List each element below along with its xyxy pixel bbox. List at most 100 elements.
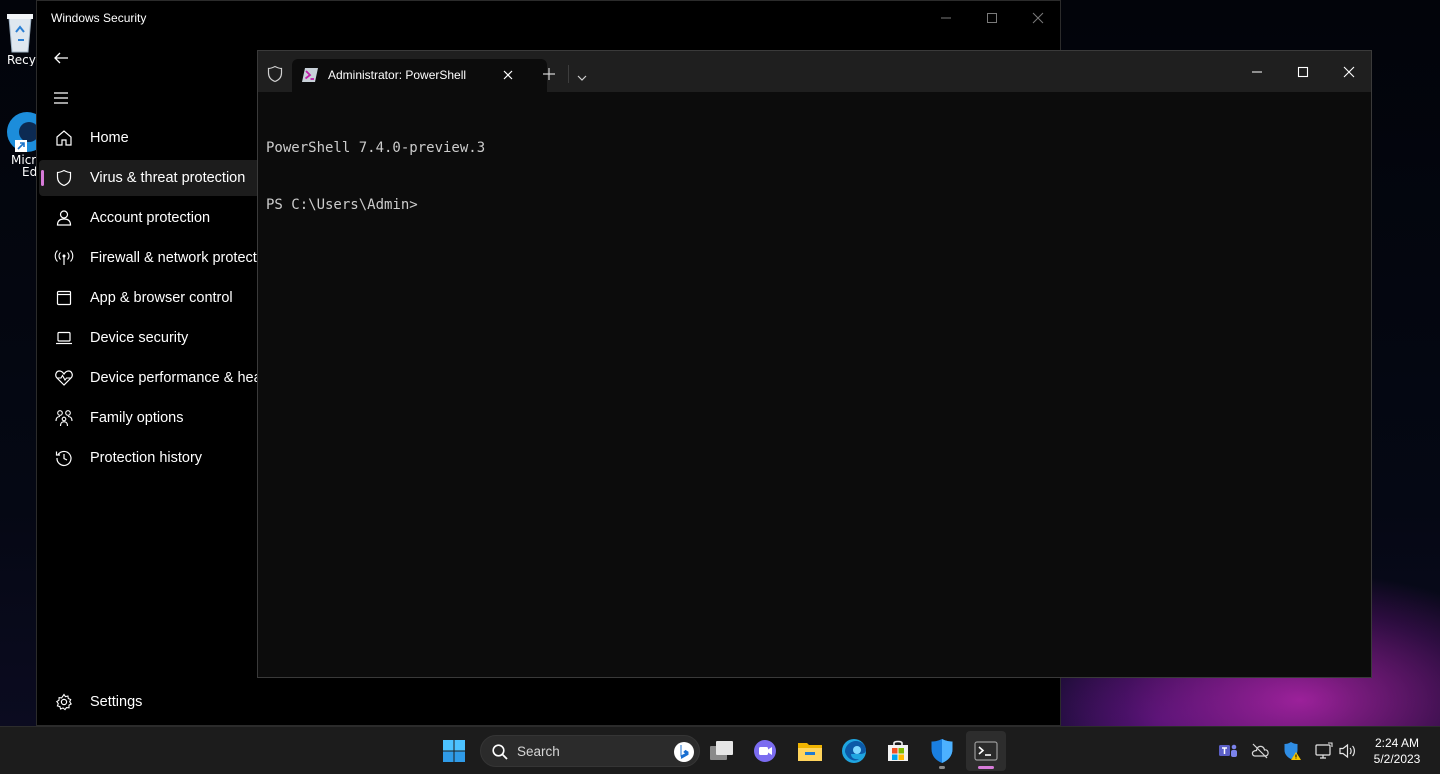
menu-button[interactable] — [51, 89, 71, 107]
nav-item-home[interactable]: Home — [39, 120, 269, 156]
nav-item-firewall[interactable]: Firewall & network protection — [39, 240, 269, 276]
terminal-line-prompt: PS C:\Users\Admin> — [266, 197, 418, 213]
security-warning-icon — [1284, 742, 1301, 760]
security-close-button[interactable] — [1015, 7, 1061, 29]
nav-item-device-performance[interactable]: Device performance & health — [39, 360, 269, 396]
search-placeholder: Search — [517, 744, 560, 759]
active-indicator — [978, 766, 994, 769]
defender-button[interactable] — [922, 731, 962, 771]
terminal-tab-title: Administrator: PowerShell — [328, 68, 467, 82]
terminal-output[interactable]: PowerShell 7.4.0-preview.3 PS C:\Users\A… — [266, 101, 485, 253]
task-view-button[interactable] — [702, 731, 742, 771]
tab-dropdown-button[interactable] — [576, 68, 588, 81]
nav-item-virus[interactable]: Virus & threat protection — [39, 160, 269, 196]
minimize-icon — [941, 17, 951, 19]
task-view-icon — [710, 741, 733, 760]
tray-volume-button[interactable] — [1338, 741, 1358, 761]
terminal-minimize-button[interactable] — [1234, 61, 1280, 83]
minimize-icon — [1252, 71, 1262, 73]
tray-teams-button[interactable] — [1218, 741, 1238, 761]
desktop-icon-recycle-bin[interactable]: Recyc — [0, 8, 40, 66]
nav-item-device-security[interactable]: Device security — [39, 320, 269, 356]
tray-security-button[interactable] — [1282, 741, 1302, 761]
close-icon — [1032, 12, 1044, 24]
laptop-icon — [53, 327, 75, 349]
nav-item-app-browser[interactable]: App & browser control — [39, 280, 269, 316]
taskbar-clock[interactable]: 2:24 AM 5/2/2023 — [1362, 735, 1432, 767]
back-button[interactable] — [51, 49, 71, 67]
teams-chat-button[interactable] — [746, 731, 786, 771]
defender-icon — [931, 739, 953, 763]
security-titlebar: Windows Security — [37, 1, 1060, 35]
start-icon — [443, 740, 465, 762]
store-icon — [888, 740, 908, 761]
nav-label-account: Account protection — [90, 210, 211, 226]
tray-onedrive-button[interactable] — [1250, 741, 1270, 761]
nav-item-account[interactable]: Account protection — [39, 200, 269, 236]
tab-close-button[interactable] — [500, 67, 516, 83]
close-icon — [1343, 66, 1355, 78]
terminal-tabbar: Administrator: PowerShell — [258, 51, 1371, 92]
nav-label-firewall: Firewall & network protection — [90, 250, 269, 266]
maximize-icon — [1297, 66, 1309, 78]
taskbar: Search 2:24 AM 5/2/2023 — [0, 726, 1440, 774]
taskbar-search[interactable]: Search — [480, 735, 700, 767]
tab-separator — [568, 65, 569, 83]
speaker-icon — [1339, 743, 1355, 759]
desktop-icon-edge[interactable]: Micro Ed — [0, 106, 40, 178]
edge-icon — [842, 739, 866, 763]
arrow-left-icon — [54, 52, 68, 64]
admin-shield-icon — [266, 65, 284, 83]
start-button[interactable] — [434, 731, 474, 771]
terminal-tab-powershell[interactable]: Administrator: PowerShell — [292, 59, 547, 92]
app-window-icon — [53, 287, 75, 309]
nav-label-device-performance: Device performance & health — [90, 370, 269, 386]
shield-icon — [53, 167, 75, 189]
plus-icon — [543, 68, 555, 80]
home-icon — [53, 127, 75, 149]
edge-icon — [7, 112, 37, 152]
powershell-icon — [302, 68, 318, 82]
clock-date: 5/2/2023 — [1373, 752, 1421, 766]
terminal-close-button[interactable] — [1326, 61, 1372, 83]
terminal-window: Administrator: PowerShell PowerShell 7.4… — [257, 50, 1372, 678]
file-explorer-button[interactable] — [790, 731, 830, 771]
nav-item-history[interactable]: Protection history — [39, 440, 269, 476]
search-icon — [492, 744, 508, 760]
nav-item-settings[interactable]: Settings — [39, 684, 269, 720]
security-minimize-button[interactable] — [923, 7, 969, 29]
network-monitor-icon — [1315, 742, 1333, 759]
nav-label-virus: Virus & threat protection — [90, 170, 246, 186]
terminal-maximize-button[interactable] — [1280, 61, 1326, 83]
terminal-icon — [974, 741, 998, 761]
nav-label-history: Protection history — [90, 450, 203, 466]
history-icon — [53, 447, 75, 469]
cloud-offline-icon — [1251, 743, 1269, 759]
gear-icon — [53, 691, 75, 713]
nav-label-home: Home — [90, 130, 129, 146]
terminal-taskbar-button[interactable] — [966, 731, 1006, 771]
antenna-icon — [53, 247, 75, 269]
edge-taskbar-button[interactable] — [834, 731, 874, 771]
teams-icon — [1219, 744, 1237, 757]
teams-chat-icon — [754, 740, 776, 762]
person-icon — [53, 207, 75, 229]
clock-time: 2:24 AM — [1374, 736, 1420, 750]
new-tab-button[interactable] — [542, 66, 556, 80]
tray-network-button[interactable] — [1314, 741, 1334, 761]
selection-indicator — [41, 170, 44, 186]
nav-item-family[interactable]: Family options — [39, 400, 269, 436]
nav-label-settings: Settings — [90, 694, 143, 710]
security-maximize-button[interactable] — [969, 7, 1015, 29]
hamburger-icon — [54, 92, 68, 104]
nav-label-family: Family options — [90, 410, 184, 426]
nav-label-device-security: Device security — [90, 330, 189, 346]
heart-pulse-icon — [53, 367, 75, 389]
close-icon — [503, 70, 513, 80]
running-indicator — [939, 766, 945, 769]
store-button[interactable] — [878, 731, 918, 771]
nav-label-app-browser: App & browser control — [90, 290, 233, 306]
maximize-icon — [987, 13, 997, 23]
file-explorer-icon — [798, 743, 822, 761]
terminal-line-version: PowerShell 7.4.0-preview.3 — [266, 140, 486, 156]
